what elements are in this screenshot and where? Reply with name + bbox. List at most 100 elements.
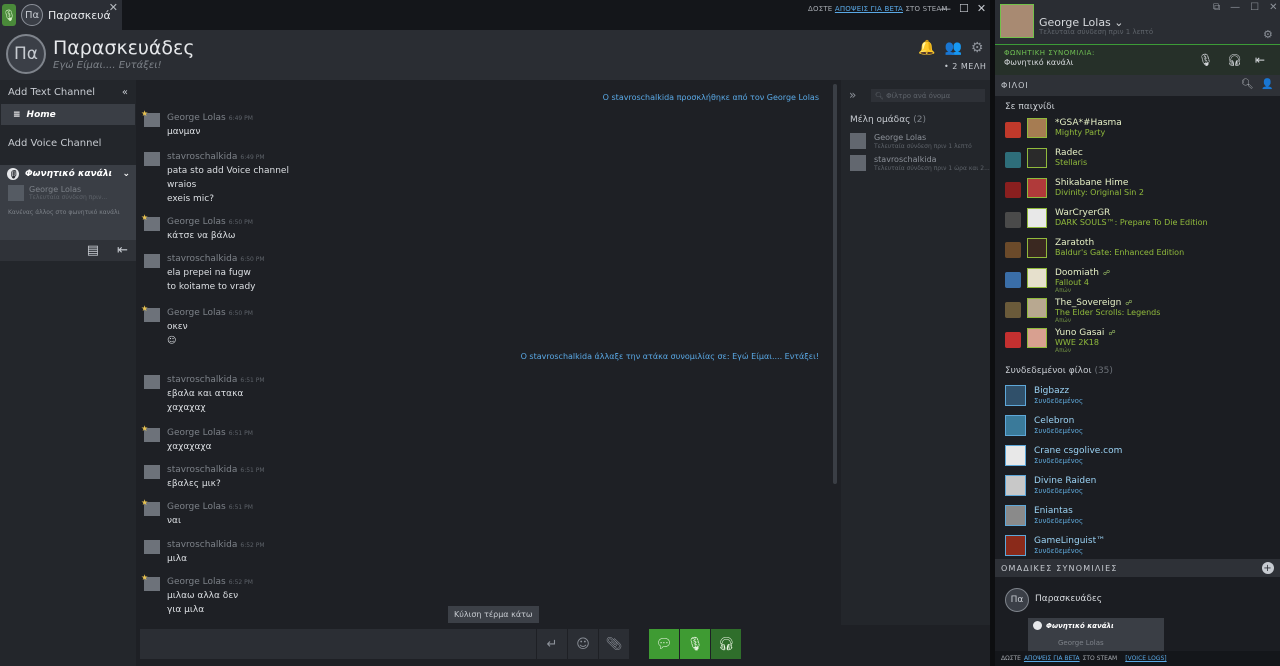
add-group-chat-icon[interactable]: + [1262, 562, 1274, 574]
group-avatar: Πα [1005, 588, 1029, 612]
friend-name-text: *GSA*#Hasma [1055, 118, 1122, 128]
message-time: 6:50 PM [240, 256, 265, 263]
channel-home[interactable]: ≡ Home [1, 104, 135, 125]
friend-row-online[interactable]: Eniantas Συνδεδεμένος [1005, 505, 1275, 533]
friend-row-in-game[interactable]: Radec Stellaris [1005, 148, 1275, 176]
footer-pre: ΔΩΣΤΕ [1001, 655, 1021, 662]
friend-row-in-game[interactable]: Shikabane Hime Divinity: Original Sin 2 [1005, 178, 1275, 206]
expand-icon[interactable]: » [849, 88, 856, 102]
message-text: μιλαω αλλα δεν [167, 591, 239, 601]
scrollbar[interactable] [833, 84, 837, 484]
beta-feedback-link[interactable]: ΑΠΟΨΕΙΣ ΓΙΑ BETA [1024, 655, 1080, 662]
voice-chat-icon[interactable]: 💬︎ [649, 629, 679, 659]
message-author[interactable]: George Lolas 6:51 PM [167, 502, 253, 512]
friend-row-in-game[interactable]: The_Sovereign ☍ The Elder Scrolls: Legends… [1005, 298, 1275, 326]
voice-logs-link[interactable]: [VOICE LOGS] [1125, 655, 1166, 662]
friend-row-in-game[interactable]: *GSA*#Hasma Mighty Party [1005, 118, 1275, 146]
popout-icon[interactable]: ⧉ [1213, 2, 1220, 13]
avatar [1005, 505, 1026, 526]
add-text-channel[interactable]: Add Text Channel « [0, 80, 136, 104]
headphones-icon[interactable]: 🎧︎ [1227, 53, 1242, 67]
emoticon-icon[interactable]: ☺ [568, 629, 598, 659]
close-window-icon[interactable]: ✕ [1269, 2, 1277, 13]
gear-icon[interactable]: ⚙ [1263, 28, 1273, 41]
chevron-down-icon[interactable]: ⌄ [122, 169, 130, 179]
friend-row-online[interactable]: Bigbazz Συνδεδεμένος [1005, 385, 1275, 413]
maximize-icon[interactable]: ☐ [1250, 2, 1259, 13]
headphones-icon[interactable]: 🎧︎ [711, 629, 741, 659]
bell-icon[interactable]: 🔔 [918, 40, 935, 56]
message-author[interactable]: George Lolas 6:52 PM [167, 577, 253, 587]
attach-icon[interactable]: 📎︎ [599, 629, 629, 659]
group-avatar[interactable]: Πα [6, 34, 46, 74]
message-author[interactable]: stavroschalkida 6:51 PM [167, 465, 265, 475]
friend-name: Doomiath ☍ [1055, 268, 1110, 278]
avatar[interactable] [144, 254, 160, 268]
collapse-icon[interactable]: « [122, 87, 128, 98]
friend-row-in-game[interactable]: Doomiath ☍ Fallout 4 Απών [1005, 268, 1275, 296]
microphone-icon[interactable]: 🎙 [680, 629, 710, 659]
send-icon[interactable]: ↵ [537, 629, 567, 659]
minimize-icon[interactable]: — [1230, 2, 1240, 13]
voice-channel-actions: ▤ ⇤ [0, 240, 136, 261]
message-text: pata sto add Voice channel [167, 166, 289, 176]
message-author[interactable]: stavroschalkida 6:52 PM [167, 540, 265, 550]
scroll-to-bottom-button[interactable]: Κύλιση τέρμα κάτω [448, 606, 539, 623]
group-chats-title: ΟΜΑΔΙΚΕΣ ΣΥΝΟΜΙΛΙΕΣ [1001, 563, 1118, 573]
friend-row-in-game[interactable]: Yuno Gasai ☍ WWE 2K18 Απών [1005, 328, 1275, 356]
search-icon[interactable]: 🔍︎ [1241, 79, 1255, 90]
avatar[interactable] [1000, 4, 1034, 38]
avatar[interactable] [144, 465, 160, 479]
message-text: ela prepei na fugw [167, 268, 251, 278]
system-message: O stavroschalkida προσκλήθηκε από τον Ge… [602, 93, 819, 102]
user-status: Τελευταία σύνδεση πριν 1 λεπτό [1039, 28, 1154, 36]
avatar[interactable] [144, 152, 160, 166]
members-title: Μέλη ομάδας (2) [850, 115, 926, 125]
microphone-icon[interactable]: 🎙 [1198, 53, 1213, 67]
friend-status: Συνδεδεμένος [1034, 427, 1084, 435]
message-author[interactable]: George Lolas 6:49 PM [167, 113, 253, 123]
message-author[interactable]: stavroschalkida 6:50 PM [167, 254, 265, 264]
maximize-icon[interactable]: ☐ [959, 2, 969, 15]
friend-game: DARK SOULS™: Prepare To Die Edition [1055, 218, 1208, 227]
message-text: οκεν [167, 322, 188, 332]
friend-row-online[interactable]: Crane csgolive.com Συνδεδεμένος [1005, 445, 1275, 473]
input-actions: ↵ ☺ 📎︎ [537, 629, 629, 659]
message-time: 6:50 PM [228, 310, 253, 317]
group-avatar-small: Πα [21, 4, 43, 26]
minimize-icon[interactable]: — [940, 2, 951, 15]
voice-channel[interactable]: 🎙 Φωνητικό κανάλι ⌄ George Lolas Τελευτα… [0, 165, 136, 240]
friend-row-online[interactable]: Celebron Συνδεδεμένος [1005, 415, 1275, 443]
close-tab-icon[interactable]: ✕ [109, 1, 118, 14]
message-author[interactable]: George Lolas 6:51 PM [167, 428, 253, 438]
message-author[interactable]: George Lolas 6:50 PM [167, 308, 253, 318]
avatar[interactable] [144, 540, 160, 554]
notes-icon[interactable]: ▤ [87, 243, 99, 258]
group-chat-name: Παρασκευάδες [1035, 594, 1103, 604]
message-author[interactable]: stavroschalkida 6:49 PM [167, 152, 265, 162]
game-icon [1005, 272, 1021, 288]
settings-icon[interactable]: ⚙ [971, 40, 984, 56]
friend-row-in-game[interactable]: WarCryerGR DARK SOULS™: Prepare To Die Ed… [1005, 208, 1275, 236]
add-voice-channel[interactable]: Add Voice Channel [0, 131, 136, 155]
message-input[interactable] [140, 629, 536, 659]
invite-friend-icon[interactable]: 👥 [944, 40, 961, 56]
message-author[interactable]: stavroschalkida 6:51 PM [167, 375, 265, 385]
beta-feedback-link[interactable]: ΑΠΟΨΕΙΣ ΓΙΑ BETA [835, 5, 903, 13]
avatar [1005, 475, 1026, 496]
member-search-input[interactable]: 🔍︎ Φίλτρο ανά όνομα [871, 89, 985, 102]
leave-channel-icon[interactable]: ⇤ [117, 243, 128, 258]
close-window-icon[interactable]: ✕ [977, 2, 986, 15]
leave-voice-icon[interactable]: ⇤ [1255, 53, 1265, 67]
online-header-label: Συνδεδεμένοι φίλοι [1005, 366, 1092, 376]
friend-row-in-game[interactable]: Zaratoth Baldur's Gate: Enhanced Edition [1005, 238, 1275, 266]
friend-row-online[interactable]: Divine Raiden Συνδεδεμένος [1005, 475, 1275, 503]
chat-tab[interactable]: 🎙 Πα Παρασκευάδες ✕ [0, 0, 122, 30]
voice-session-channel[interactable]: Φωνητικό κανάλι [1004, 58, 1073, 67]
add-friend-icon[interactable]: 👤 [1261, 79, 1274, 90]
message-author[interactable]: George Lolas 6:50 PM [167, 217, 253, 227]
member-count[interactable]: • 2 ΜΕΛΗ [944, 62, 986, 71]
avatar[interactable] [144, 375, 160, 389]
message-text: μανμαν [167, 127, 201, 137]
group-tagline: Εγώ Είμαι.... Εντάξει! [53, 60, 162, 71]
